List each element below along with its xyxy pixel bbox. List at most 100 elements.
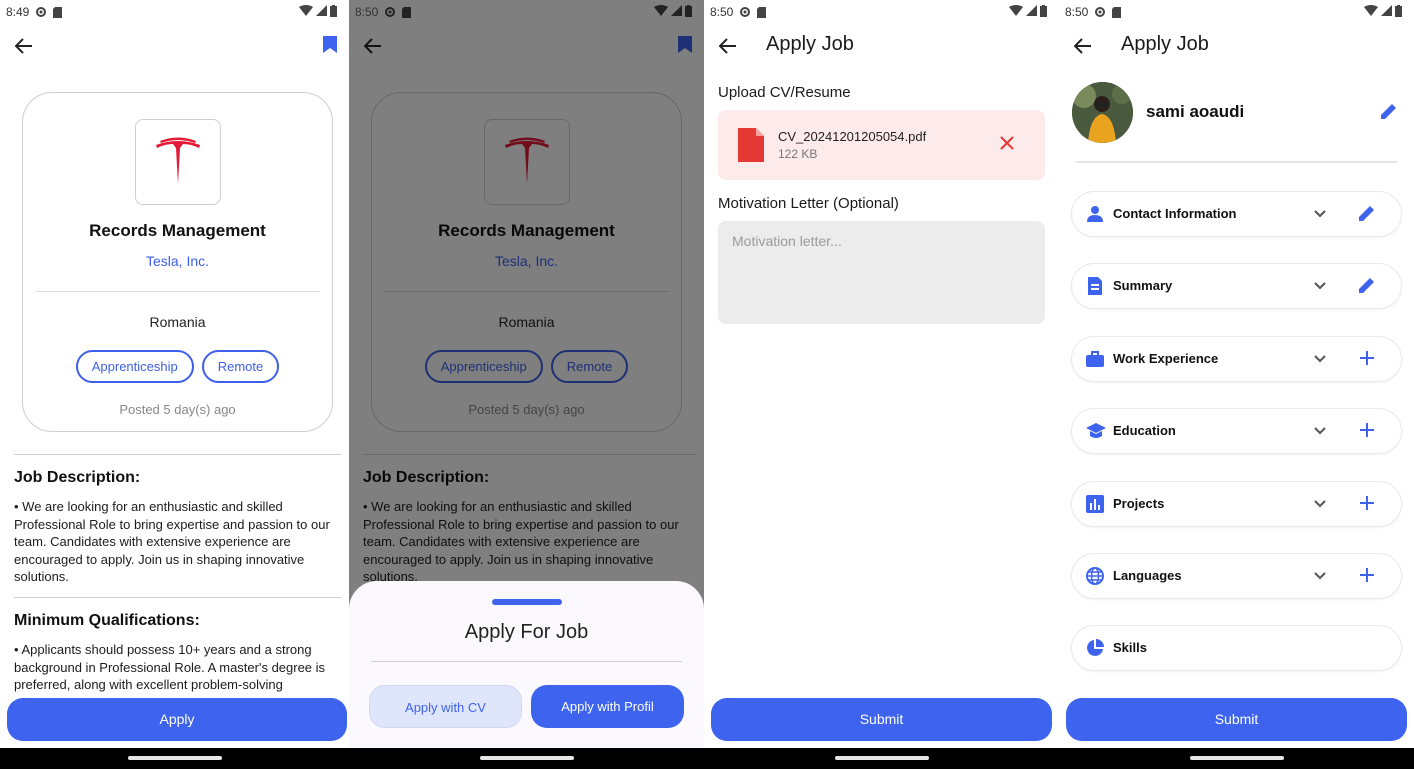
- home-indicator[interactable]: [1189, 756, 1284, 760]
- sim-status-icon: [1112, 6, 1122, 18]
- back-button[interactable]: [12, 34, 36, 58]
- chevron-down-icon[interactable]: [1313, 423, 1327, 442]
- section-label: Languages: [1113, 568, 1182, 583]
- posted-time: Posted 5 day(s) ago: [119, 402, 236, 417]
- divider: [14, 454, 341, 455]
- page-title: Apply Job: [1121, 33, 1209, 55]
- chevron-down-icon[interactable]: [1313, 496, 1327, 515]
- briefcase-icon: [1086, 350, 1104, 373]
- job-title: Records Management: [89, 221, 266, 240]
- apply-bottom-sheet: Apply For Job Apply with CV Apply with P…: [349, 581, 704, 748]
- battery-icon: [330, 4, 337, 20]
- min-qualifications-heading: Minimum Qualifications:: [14, 612, 200, 629]
- divider: [371, 661, 682, 662]
- signal-icon: [671, 5, 682, 19]
- wifi-icon: [1009, 5, 1023, 19]
- sim-status-icon: [757, 6, 767, 18]
- status-time: 8:50: [1065, 5, 1089, 19]
- remove-file-icon[interactable]: [1000, 136, 1014, 155]
- status-bar: 8:50: [704, 0, 1059, 24]
- wifi-icon: [1364, 5, 1378, 19]
- apply-button[interactable]: Apply: [7, 698, 347, 741]
- section-languages[interactable]: Languages: [1071, 553, 1402, 599]
- divider: [1076, 161, 1397, 163]
- apply-with-profile-button[interactable]: Apply with Profil: [531, 685, 684, 728]
- add-icon[interactable]: [1358, 566, 1376, 589]
- section-label: Contact Information: [1113, 206, 1237, 221]
- section-contact-information[interactable]: Contact Information: [1071, 191, 1402, 237]
- back-button[interactable]: [1071, 34, 1095, 58]
- battery-icon: [685, 4, 692, 20]
- job-location: Romania: [149, 314, 206, 330]
- add-icon[interactable]: [1358, 349, 1376, 372]
- signal-icon: [1381, 5, 1392, 19]
- status-time: 8:50: [355, 5, 379, 19]
- chevron-down-icon[interactable]: [1313, 568, 1327, 587]
- wifi-icon: [654, 5, 668, 19]
- job-description-text: • We are looking for an enthusiastic and…: [14, 499, 330, 584]
- page-title: Apply Job: [766, 33, 854, 55]
- settings-status-icon: [384, 6, 396, 18]
- pie-chart-icon: [1086, 639, 1104, 662]
- section-summary[interactable]: Summary: [1071, 263, 1402, 309]
- section-label: Projects: [1113, 496, 1165, 511]
- file-name: CV_20241201205054.pdf: [778, 129, 927, 144]
- signal-icon: [316, 5, 327, 19]
- edit-icon[interactable]: [1358, 276, 1376, 299]
- nav-bar: [1059, 748, 1414, 769]
- home-indicator[interactable]: [127, 756, 222, 760]
- wifi-icon: [299, 5, 313, 19]
- status-time: 8:49: [6, 5, 30, 19]
- status-bar: 8:50: [1059, 0, 1414, 24]
- section-skills[interactable]: Skills: [1071, 625, 1402, 671]
- job-card: Records Management Tesla, Inc. Romania A…: [22, 92, 333, 432]
- status-bar: 8:49: [0, 0, 349, 24]
- section-label: Work Experience: [1113, 351, 1219, 366]
- submit-button[interactable]: Submit: [711, 698, 1052, 741]
- section-label: Education: [1113, 423, 1176, 438]
- school-icon: [1086, 422, 1106, 445]
- apply-with-cv-button[interactable]: Apply with CV: [369, 685, 522, 728]
- bookmark-icon[interactable]: [323, 36, 337, 58]
- divider: [14, 597, 341, 598]
- sheet-title: Apply For Job: [464, 621, 589, 643]
- company-name[interactable]: Tesla, Inc.: [23, 253, 332, 269]
- edit-icon[interactable]: [1358, 204, 1376, 227]
- tesla-logo-icon: [156, 137, 200, 184]
- section-projects[interactable]: Projects: [1071, 481, 1402, 527]
- nav-bar: [349, 748, 704, 769]
- back-button[interactable]: [716, 34, 740, 58]
- settings-status-icon: [739, 6, 751, 18]
- globe-icon: [1086, 567, 1104, 590]
- divider: [35, 291, 320, 292]
- sheet-drag-handle[interactable]: [491, 599, 562, 605]
- chevron-down-icon[interactable]: [1313, 206, 1327, 225]
- add-icon[interactable]: [1358, 421, 1376, 444]
- tag-chip[interactable]: Remote: [201, 350, 280, 383]
- section-education[interactable]: Education: [1071, 408, 1402, 454]
- nav-bar: [0, 748, 349, 769]
- section-label: Summary: [1113, 278, 1173, 293]
- status-bar: 8:50: [349, 0, 704, 24]
- sim-status-icon: [53, 6, 63, 18]
- upload-cv-label: Upload CV/Resume: [718, 84, 851, 101]
- chevron-down-icon[interactable]: [1313, 351, 1327, 370]
- home-indicator[interactable]: [834, 756, 929, 760]
- min-qualifications-text: • Applicants should possess 10+ years an…: [14, 642, 326, 692]
- submit-button[interactable]: Submit: [1066, 698, 1407, 741]
- edit-profile-icon[interactable]: [1380, 102, 1398, 125]
- job-description-heading: Job Description:: [14, 469, 141, 486]
- chevron-down-icon[interactable]: [1313, 278, 1327, 297]
- nav-bar: [704, 748, 1059, 769]
- motivation-letter-label: Motivation Letter (Optional): [718, 195, 899, 212]
- add-icon[interactable]: [1358, 494, 1376, 517]
- uploaded-file-card[interactable]: CV_20241201205054.pdf 122 KB: [718, 110, 1045, 180]
- tag-chip[interactable]: Apprenticeship: [75, 350, 194, 383]
- motivation-letter-input[interactable]: [718, 221, 1045, 324]
- home-indicator[interactable]: [479, 756, 574, 760]
- sim-status-icon: [402, 6, 412, 18]
- section-work-experience[interactable]: Work Experience: [1071, 336, 1402, 382]
- apply-sheet-screen: 8:50 Records Management Tesla, Inc. Roma…: [349, 0, 704, 769]
- apply-profile-screen: 8:50 Apply Job sami aoaudi Contact Infor…: [1059, 0, 1414, 769]
- profile-name: sami aoaudi: [1146, 102, 1245, 121]
